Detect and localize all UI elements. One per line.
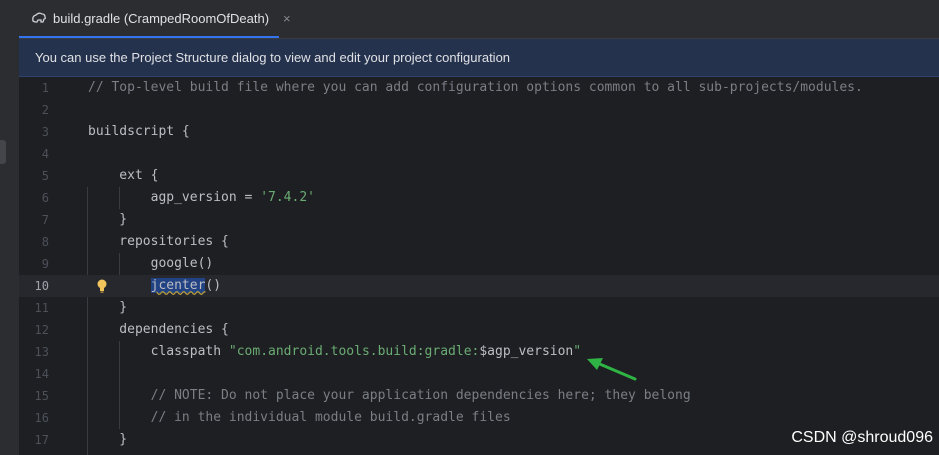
line-number: 10	[34, 279, 49, 293]
line-number: 12	[34, 323, 49, 337]
tab-label: build.gradle (CrampedRoomOfDeath)	[53, 10, 270, 26]
code-line[interactable]: 12 dependencies {	[19, 319, 939, 341]
code-text: // NOTE: Do not place your application d…	[88, 385, 691, 407]
code-text: buildscript {	[88, 121, 190, 143]
code-text: agp_version = '7.4.2'	[88, 187, 315, 209]
gradle-elephant-icon	[31, 10, 47, 26]
line-number: 17	[34, 433, 49, 447]
code-text: // Top-level build file where you can ad…	[88, 77, 863, 99]
code-line[interactable]: 8 repositories {	[19, 231, 939, 253]
line-number: 7	[41, 213, 49, 227]
code-line[interactable]: 2	[19, 99, 939, 121]
code-line[interactable]: 3 buildscript {	[19, 121, 939, 143]
code-token: }	[88, 432, 128, 447]
line-number: 9	[41, 257, 49, 271]
line-number: 3	[41, 125, 49, 139]
code-text: // in the individual module build.gradle…	[88, 407, 511, 429]
watermark: CSDN @shroud096	[791, 429, 933, 446]
code-line[interactable]: 1 // Top-level build file where you can a…	[19, 77, 939, 99]
line-number: 6	[41, 191, 49, 205]
banner-text: You can use the Project Structure dialog…	[35, 50, 511, 65]
code-line[interactable]: 14	[19, 363, 939, 385]
line-number: 2	[41, 103, 49, 117]
code-token: buildscript {	[88, 124, 190, 139]
code-token: classpath	[88, 344, 229, 359]
line-number: 11	[34, 301, 49, 315]
line-number: 16	[34, 411, 49, 425]
code-line[interactable]: 10 jcenter()	[19, 275, 939, 297]
code-editor[interactable]: 1 // Top-level build file where you can a…	[19, 77, 939, 455]
code-line[interactable]: 7 }	[19, 209, 939, 231]
code-string: "	[573, 344, 582, 359]
code-comment: // NOTE: Do not place your application d…	[88, 388, 691, 403]
code-line[interactable]: 16 // in the individual module build.gra…	[19, 407, 939, 429]
notification-banner: You can use the Project Structure dialog…	[19, 39, 939, 77]
code-token: repositories {	[88, 234, 229, 249]
green-arrow-icon	[587, 358, 637, 381]
code-text: }	[88, 297, 127, 319]
line-number: 14	[34, 367, 49, 381]
code-comment: // Top-level build file where you can ad…	[88, 80, 863, 95]
code-token: agp_version =	[88, 190, 261, 205]
code-token: google()	[88, 256, 214, 271]
code-token: ()	[205, 278, 222, 293]
code-token: }	[88, 300, 128, 315]
code-line[interactable]: 13 classpath "com.android.tools.build:gr…	[19, 341, 939, 363]
line-number: 1	[41, 81, 49, 95]
code-line[interactable]: 9 google()	[19, 253, 939, 275]
tab-close-icon[interactable]: ×	[283, 11, 291, 26]
line-number: 15	[34, 389, 49, 403]
side-panel-handle[interactable]	[0, 140, 6, 164]
code-line[interactable]: 5 ext {	[19, 165, 939, 187]
code-comment: // in the individual module build.gradle…	[88, 410, 511, 425]
code-text: ext {	[88, 165, 158, 187]
code-string: "com.android.tools.build:gradle:	[228, 344, 480, 359]
editor-tab-bar: build.gradle (CrampedRoomOfDeath) ×	[19, 0, 939, 39]
code-text: classpath "com.android.tools.build:gradl…	[88, 341, 581, 363]
code-string: '7.4.2'	[260, 190, 315, 205]
code-line[interactable]: 6 agp_version = '7.4.2'	[19, 187, 939, 209]
line-number: 5	[41, 169, 49, 183]
code-token: $agp_version	[479, 344, 574, 359]
code-line[interactable]: 4	[19, 143, 939, 165]
code-text: }	[88, 209, 127, 231]
tab-build-gradle[interactable]: build.gradle (CrampedRoomOfDeath) ×	[19, 0, 291, 38]
code-text: repositories {	[88, 231, 229, 253]
code-token: dependencies {	[88, 322, 229, 337]
code-line[interactable]: 11 }	[19, 297, 939, 319]
code-line[interactable]: 15 // NOTE: Do not place your applicatio…	[19, 385, 939, 407]
line-number: 4	[41, 147, 49, 161]
line-number: 8	[41, 235, 49, 249]
code-selected-token: jcenter	[150, 278, 206, 293]
code-text: jcenter()	[88, 275, 221, 297]
code-token: }	[88, 212, 128, 227]
line-number: 13	[34, 345, 49, 359]
code-token: ext {	[88, 168, 159, 183]
code-text: dependencies {	[88, 319, 229, 341]
code-text: google()	[88, 253, 214, 275]
left-tool-strip	[0, 0, 20, 455]
code-text: }	[88, 429, 127, 451]
